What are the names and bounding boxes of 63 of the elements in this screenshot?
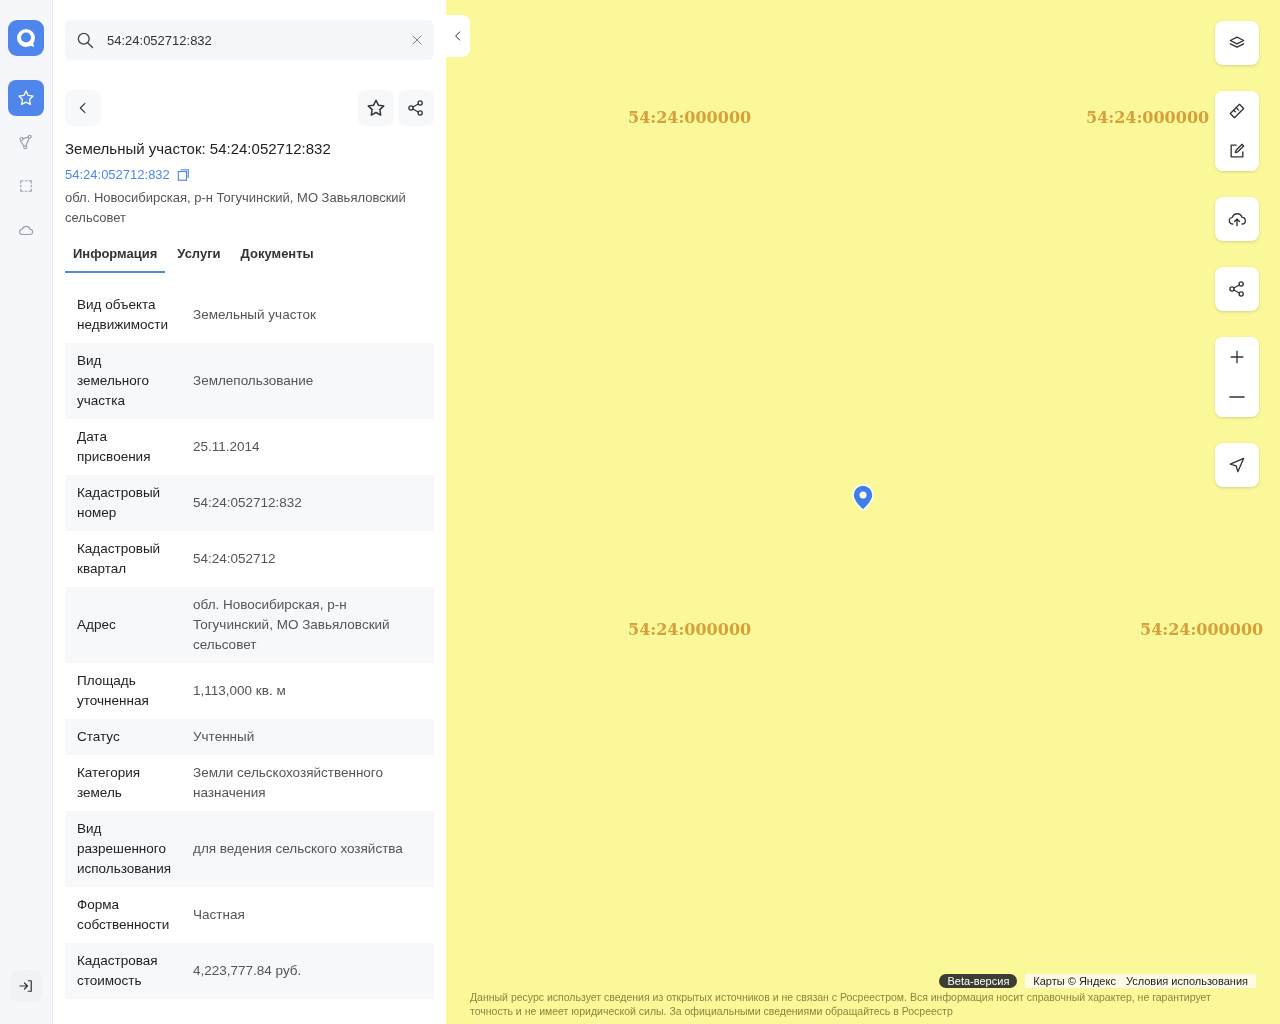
row-value: обл. Новосибирская, р-н Тогучинский, МО Завьяловский сельсовет bbox=[193, 596, 391, 654]
rail-button[interactable] bbox=[8, 80, 44, 116]
row-label: Кадастровый квартал bbox=[77, 540, 162, 578]
map-pin-icon[interactable] bbox=[851, 484, 875, 512]
search-field[interactable]: 54:24:052712:832 bbox=[107, 32, 398, 48]
beta-badge: Beta-версия bbox=[939, 974, 1018, 988]
row-label: Форма собственности bbox=[77, 896, 171, 934]
row-value: 4,223,777.84 руб. bbox=[193, 962, 303, 980]
disclaimer-text: Данный ресурс использует сведения из открытых источников и не связан с Росреестром. Вся информация носит справочный характер, не гарантирует точность и не имеет юридической силы. За официальными сведениями обращайтесь в Росреестр bbox=[470, 990, 1212, 1018]
polyline-icon bbox=[17, 133, 35, 151]
app-logo-icon[interactable] bbox=[8, 20, 44, 56]
copy-icon[interactable] bbox=[175, 167, 190, 182]
row-label: Кадастровая стоимость bbox=[77, 952, 159, 990]
row-value: 54:24:052712:832 bbox=[193, 494, 303, 512]
row-label: Кадастровый номер bbox=[77, 484, 162, 522]
row-label: Вид земельного участка bbox=[77, 352, 150, 410]
close-icon bbox=[410, 33, 424, 47]
row-value: Земельный участок bbox=[193, 306, 317, 324]
row-value: Земли сельскохозяйственного назначения bbox=[193, 764, 384, 802]
row-value: Землепользование bbox=[193, 372, 315, 390]
row-label: Статус bbox=[77, 728, 121, 746]
search-field[interactable]: 54:24:052712:832 bbox=[65, 20, 434, 60]
row-value: 25.11.2014 bbox=[193, 438, 261, 456]
quarter-label: 54:24:000000 bbox=[628, 108, 752, 127]
quarter-label: 54:24:000000 bbox=[628, 620, 752, 639]
navigation-arrow-icon bbox=[1227, 455, 1247, 475]
attribution-text: Карты © Яндекс bbox=[1033, 975, 1116, 987]
search-icon bbox=[75, 30, 95, 50]
row-value: 1,113,000 кв. м bbox=[193, 682, 287, 700]
logout-icon bbox=[17, 977, 35, 995]
logout-button[interactable] bbox=[10, 970, 42, 1002]
row-label: Вид объекта недвижимости bbox=[77, 296, 170, 334]
share-button[interactable] bbox=[398, 90, 434, 126]
row-label: Вид разрешенного использования bbox=[77, 820, 173, 878]
share-map-button[interactable] bbox=[1215, 267, 1259, 311]
ruler-icon bbox=[1227, 101, 1247, 121]
object-title: Земельный участок: 54:24:052712:832 bbox=[65, 140, 332, 157]
row-label: Категория земель bbox=[77, 764, 142, 802]
clear-button[interactable] bbox=[410, 33, 424, 47]
row-value: Частная bbox=[193, 906, 246, 924]
row-label: Дата присвоения bbox=[77, 428, 152, 466]
star-icon bbox=[365, 97, 387, 119]
row-value: 54:24:052712 bbox=[193, 550, 277, 568]
locate-button[interactable] bbox=[1215, 443, 1259, 487]
star-icon bbox=[16, 88, 36, 108]
row-value: Учтенный bbox=[193, 728, 256, 746]
minus-icon bbox=[1229, 396, 1245, 398]
share-icon bbox=[1227, 279, 1247, 299]
upload-button[interactable] bbox=[1215, 197, 1259, 241]
tab[interactable]: Услуги bbox=[169, 234, 229, 273]
row-label: Адрес bbox=[77, 616, 117, 634]
cadastral-number-link[interactable]: 54:24:052712:832 bbox=[65, 167, 170, 182]
object-address: обл. Новосибирская, р-н Тогучинский, МО Завьяловский сельсовет bbox=[65, 189, 407, 227]
terms-link[interactable]: Условия использования bbox=[1125, 975, 1248, 987]
favorite-button[interactable] bbox=[358, 90, 394, 126]
quarter-label: 54:24:000000 bbox=[1086, 108, 1210, 127]
layers-button[interactable] bbox=[1215, 21, 1259, 65]
tab[interactable]: Информация bbox=[65, 234, 166, 273]
quarter-label: 54:24:000000 bbox=[1140, 620, 1264, 639]
share-icon bbox=[406, 98, 426, 118]
tab[interactable]: Документы bbox=[232, 234, 322, 273]
row-label: Площадь уточненная bbox=[77, 672, 150, 710]
row-value: для ведения сельского хозяйства bbox=[193, 840, 404, 858]
